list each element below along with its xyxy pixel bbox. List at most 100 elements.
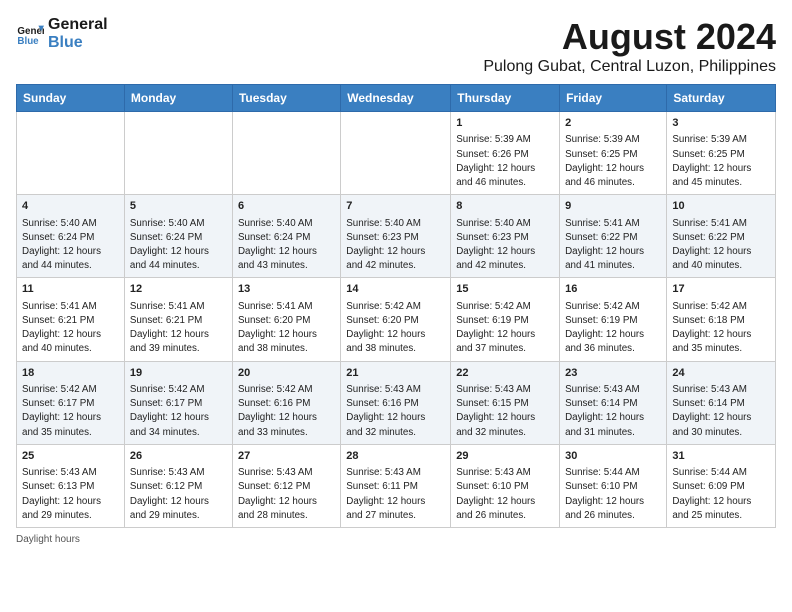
calendar-cell: 3 Sunrise: 5:39 AM Sunset: 6:25 PM Daylig… [667, 112, 776, 195]
day-number: 30 [565, 449, 661, 464]
day-number: 9 [565, 199, 661, 214]
calendar-cell: 11 Sunrise: 5:41 AM Sunset: 6:21 PM Dayli… [17, 278, 125, 361]
day-info: Sunrise: 5:42 AM Sunset: 6:17 PM Dayligh… [22, 383, 119, 440]
calendar-cell: 28 Sunrise: 5:43 AM Sunset: 6:11 PM Dayli… [341, 444, 451, 527]
sub-title: Pulong Gubat, Central Luzon, Philippines [483, 58, 776, 76]
day-info: Sunrise: 5:43 AM Sunset: 6:10 PM Dayligh… [456, 466, 554, 523]
day-number: 28 [346, 449, 445, 464]
day-header-thursday: Thursday [451, 85, 560, 112]
day-header-friday: Friday [560, 85, 667, 112]
calendar-cell: 24 Sunrise: 5:43 AM Sunset: 6:14 PM Dayli… [667, 361, 776, 444]
logo-text-line1: General [48, 16, 108, 34]
day-number: 25 [22, 449, 119, 464]
day-info: Sunrise: 5:40 AM Sunset: 6:24 PM Dayligh… [238, 217, 335, 274]
day-number: 6 [238, 199, 335, 214]
calendar-cell [232, 112, 340, 195]
calendar-cell: 8Sunrise: 5:40 AM Sunset: 6:23 PM Daylig… [451, 195, 560, 278]
day-number: 10 [672, 199, 770, 214]
day-number: 5 [130, 199, 227, 214]
day-number: 13 [238, 282, 335, 297]
footer-text: Daylight hours [16, 534, 80, 545]
day-number: 24 [672, 366, 770, 381]
day-info: Sunrise: 5:43 AM Sunset: 6:12 PM Dayligh… [130, 466, 227, 523]
logo: General Blue General Blue [16, 16, 108, 51]
day-number: 15 [456, 282, 554, 297]
day-info: Sunrise: 5:43 AM Sunset: 6:11 PM Dayligh… [346, 466, 445, 523]
day-info: Sunrise: 5:39 AM Sunset: 6:26 PM Dayligh… [456, 133, 554, 190]
week-row-5: 25 Sunrise: 5:43 AM Sunset: 6:13 PM Dayli… [17, 444, 776, 527]
calendar-cell: 30 Sunrise: 5:44 AM Sunset: 6:10 PM Dayli… [560, 444, 667, 527]
calendar-cell: 6 Sunrise: 5:40 AM Sunset: 6:24 PM Daylig… [232, 195, 340, 278]
day-header-tuesday: Tuesday [232, 85, 340, 112]
calendar-cell: 29 Sunrise: 5:43 AM Sunset: 6:10 PM Dayli… [451, 444, 560, 527]
logo-icon: General Blue [16, 20, 44, 48]
day-info: Sunrise: 5:41 AM Sunset: 6:22 PM Dayligh… [565, 217, 661, 274]
day-info: Sunrise: 5:43 AM Sunset: 6:16 PM Dayligh… [346, 383, 445, 440]
day-info: Sunrise: 5:43 AM Sunset: 6:13 PM Dayligh… [22, 466, 119, 523]
logo-text-line2: Blue [48, 34, 108, 52]
calendar-cell: 17Sunrise: 5:42 AM Sunset: 6:18 PM Dayli… [667, 278, 776, 361]
day-info: Sunrise: 5:39 AM Sunset: 6:25 PM Dayligh… [672, 133, 770, 190]
calendar-cell: 16 Sunrise: 5:42 AM Sunset: 6:19 PM Dayli… [560, 278, 667, 361]
day-number: 20 [238, 366, 335, 381]
day-header-wednesday: Wednesday [341, 85, 451, 112]
calendar-cell: 18 Sunrise: 5:42 AM Sunset: 6:17 PM Dayli… [17, 361, 125, 444]
day-info: Sunrise: 5:41 AM Sunset: 6:21 PM Dayligh… [130, 300, 227, 357]
calendar-cell [341, 112, 451, 195]
calendar-header: SundayMondayTuesdayWednesdayThursdayFrid… [17, 85, 776, 112]
page-header: General Blue General Blue August 2024 Pu… [16, 16, 776, 76]
day-info: Sunrise: 5:39 AM Sunset: 6:25 PM Dayligh… [565, 133, 661, 190]
calendar-cell: 9 Sunrise: 5:41 AM Sunset: 6:22 PM Daylig… [560, 195, 667, 278]
day-number: 14 [346, 282, 445, 297]
calendar-cell: 5 Sunrise: 5:40 AM Sunset: 6:24 PM Daylig… [124, 195, 232, 278]
day-info: Sunrise: 5:40 AM Sunset: 6:23 PM Dayligh… [346, 217, 445, 274]
day-number: 8 [456, 199, 554, 214]
day-info: Sunrise: 5:43 AM Sunset: 6:14 PM Dayligh… [672, 383, 770, 440]
day-info: Sunrise: 5:41 AM Sunset: 6:20 PM Dayligh… [238, 300, 335, 357]
calendar-table: SundayMondayTuesdayWednesdayThursdayFrid… [16, 84, 776, 528]
week-row-2: 4 Sunrise: 5:40 AM Sunset: 6:24 PM Daylig… [17, 195, 776, 278]
week-row-4: 18 Sunrise: 5:42 AM Sunset: 6:17 PM Dayli… [17, 361, 776, 444]
day-number: 11 [22, 282, 119, 297]
day-number: 26 [130, 449, 227, 464]
week-row-1: 1 Sunrise: 5:39 AM Sunset: 6:26 PM Daylig… [17, 112, 776, 195]
day-info: Sunrise: 5:44 AM Sunset: 6:09 PM Dayligh… [672, 466, 770, 523]
calendar-cell: 1 Sunrise: 5:39 AM Sunset: 6:26 PM Daylig… [451, 112, 560, 195]
day-info: Sunrise: 5:43 AM Sunset: 6:12 PM Dayligh… [238, 466, 335, 523]
calendar-cell: 20 Sunrise: 5:42 AM Sunset: 6:16 PM Dayli… [232, 361, 340, 444]
day-number: 16 [565, 282, 661, 297]
day-number: 29 [456, 449, 554, 464]
day-header-sunday: Sunday [17, 85, 125, 112]
title-block: August 2024 Pulong Gubat, Central Luzon,… [483, 16, 776, 76]
footer: Daylight hours [16, 534, 776, 545]
day-info: Sunrise: 5:42 AM Sunset: 6:20 PM Dayligh… [346, 300, 445, 357]
calendar-cell: 22Sunrise: 5:43 AM Sunset: 6:15 PM Dayli… [451, 361, 560, 444]
day-info: Sunrise: 5:43 AM Sunset: 6:15 PM Dayligh… [456, 383, 554, 440]
day-info: Sunrise: 5:40 AM Sunset: 6:24 PM Dayligh… [130, 217, 227, 274]
main-title: August 2024 [483, 16, 776, 58]
calendar-cell: 25 Sunrise: 5:43 AM Sunset: 6:13 PM Dayli… [17, 444, 125, 527]
day-number: 27 [238, 449, 335, 464]
day-info: Sunrise: 5:42 AM Sunset: 6:16 PM Dayligh… [238, 383, 335, 440]
day-number: 4 [22, 199, 119, 214]
day-info: Sunrise: 5:41 AM Sunset: 6:21 PM Dayligh… [22, 300, 119, 357]
week-row-3: 11 Sunrise: 5:41 AM Sunset: 6:21 PM Dayli… [17, 278, 776, 361]
day-header-monday: Monday [124, 85, 232, 112]
calendar-cell: 19Sunrise: 5:42 AM Sunset: 6:17 PM Dayli… [124, 361, 232, 444]
calendar-cell: 12Sunrise: 5:41 AM Sunset: 6:21 PM Dayli… [124, 278, 232, 361]
calendar-cell: 15 Sunrise: 5:42 AM Sunset: 6:19 PM Dayli… [451, 278, 560, 361]
day-number: 1 [456, 116, 554, 131]
calendar-cell: 13 Sunrise: 5:41 AM Sunset: 6:20 PM Dayli… [232, 278, 340, 361]
day-number: 18 [22, 366, 119, 381]
day-info: Sunrise: 5:42 AM Sunset: 6:19 PM Dayligh… [456, 300, 554, 357]
day-info: Sunrise: 5:42 AM Sunset: 6:19 PM Dayligh… [565, 300, 661, 357]
header-row: SundayMondayTuesdayWednesdayThursdayFrid… [17, 85, 776, 112]
day-info: Sunrise: 5:41 AM Sunset: 6:22 PM Dayligh… [672, 217, 770, 274]
calendar-cell: 7 Sunrise: 5:40 AM Sunset: 6:23 PM Daylig… [341, 195, 451, 278]
day-info: Sunrise: 5:42 AM Sunset: 6:17 PM Dayligh… [130, 383, 227, 440]
calendar-cell [124, 112, 232, 195]
day-number: 7 [346, 199, 445, 214]
day-number: 3 [672, 116, 770, 131]
day-info: Sunrise: 5:44 AM Sunset: 6:10 PM Dayligh… [565, 466, 661, 523]
calendar-cell: 27 Sunrise: 5:43 AM Sunset: 6:12 PM Dayli… [232, 444, 340, 527]
